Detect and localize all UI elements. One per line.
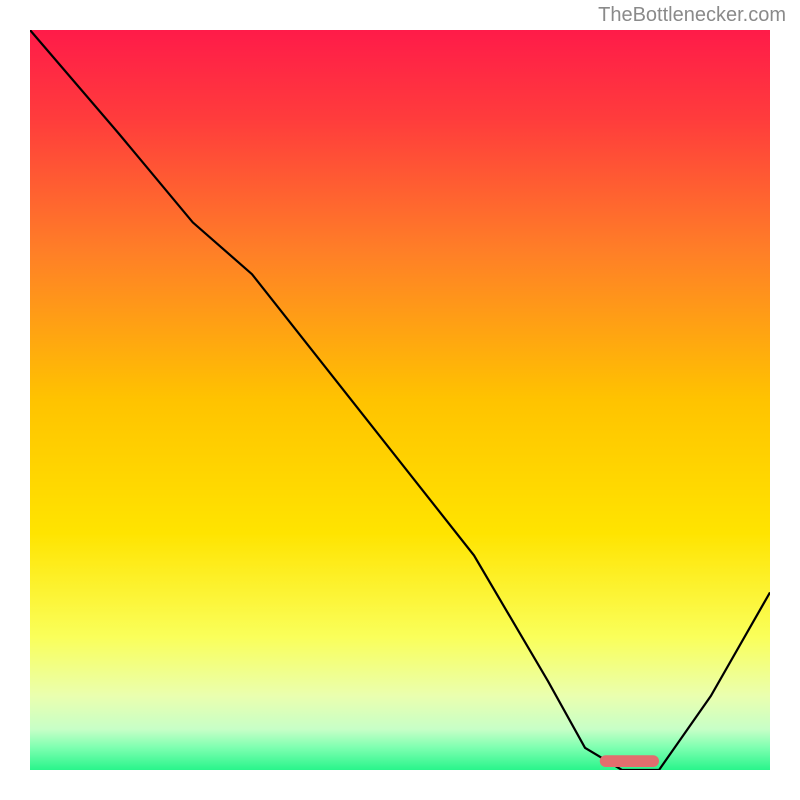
optimal-range-marker <box>600 755 659 767</box>
chart-background <box>30 30 770 770</box>
bottleneck-chart <box>30 30 770 770</box>
watermark-text: TheBottlenecker.com <box>598 4 786 27</box>
